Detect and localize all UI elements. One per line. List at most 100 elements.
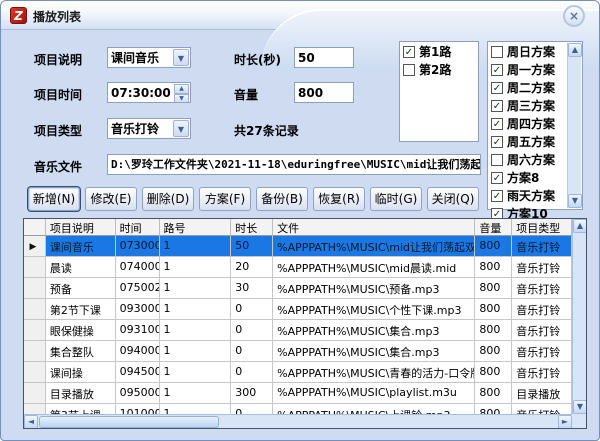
grid-cell[interactable]: %APPPATH%\MUSIC\mid晨读.mid (273, 257, 475, 278)
plan-item[interactable]: ✓周一方案 (488, 60, 567, 78)
item-time-spinner[interactable]: 07:30:00 ▲ ▼ (107, 82, 191, 103)
grid-cell[interactable]: 1 (160, 299, 232, 320)
spin-up-icon[interactable]: ▲ (174, 84, 189, 94)
checkbox-icon[interactable] (491, 46, 503, 58)
spin-down-icon[interactable]: ▼ (174, 94, 189, 103)
plan-button[interactable]: 方案(F) (199, 187, 251, 211)
grid-cell[interactable]: 音乐打铃 (512, 404, 572, 414)
grid-cell[interactable]: 1 (160, 341, 232, 362)
grid-cell[interactable]: 30 (231, 278, 273, 299)
grid-horizontal-scrollbar[interactable]: ◄ ► (24, 414, 572, 428)
grid-cell[interactable]: 音乐打铃 (512, 278, 572, 299)
grid-cell[interactable]: 094500 (116, 362, 160, 383)
scroll-down-icon[interactable]: ▼ (568, 194, 582, 208)
grid-cell[interactable]: 800 (475, 236, 512, 257)
grid-cell[interactable]: %APPPATH%\MUSIC\playlist.m3u (273, 383, 475, 404)
checkbox-icon[interactable] (491, 154, 503, 166)
grid-cell[interactable]: 095000 (116, 383, 160, 404)
plan-item[interactable]: ✓周三方案 (488, 96, 567, 114)
chevron-down-icon[interactable]: ▼ (173, 49, 189, 66)
grid-cell[interactable]: 800 (475, 404, 512, 414)
table-row[interactable]: 晨读074000120%APPPATH%\MUSIC\mid晨读.mid800音… (24, 257, 572, 278)
checkbox-icon[interactable]: ✓ (403, 46, 415, 58)
grid-cell[interactable]: 眼保健操 (46, 320, 116, 341)
grid-cell[interactable]: 音乐打铃 (512, 362, 572, 383)
grid-cell[interactable]: %APPPATH%\MUSIC\青春的活力-口令版.mp3 (273, 362, 475, 383)
row-selector-cell[interactable]: ▶ (24, 236, 46, 257)
grid-cell[interactable]: 1 (160, 320, 232, 341)
column-header[interactable]: 时长 (231, 219, 273, 236)
grid-cell[interactable]: 音乐打铃 (512, 320, 572, 341)
grid-cell[interactable]: 目录播放 (512, 383, 572, 404)
column-header[interactable]: 路号 (160, 219, 232, 236)
row-selector-cell[interactable] (24, 383, 46, 404)
grid-cell[interactable]: 800 (475, 299, 512, 320)
table-row[interactable]: 课间操09450010%APPPATH%\MUSIC\青春的活力-口令版.mp3… (24, 362, 572, 383)
grid-cell[interactable]: 1 (160, 236, 232, 257)
grid-cell[interactable]: 第3节上课 (46, 404, 116, 414)
row-selector-cell[interactable] (24, 320, 46, 341)
grid-cell[interactable]: 800 (475, 383, 512, 404)
checkbox-icon[interactable]: ✓ (491, 118, 503, 130)
table-row[interactable]: 集合整队09400010%APPPATH%\MUSIC\集合.mp3800音乐打… (24, 341, 572, 362)
grid-cell[interactable]: 课间操 (46, 362, 116, 383)
plan-checklist[interactable]: 周日方案✓周一方案✓周二方案✓周三方案✓周四方案✓周五方案周六方案✓方案8✓雨天… (487, 41, 583, 210)
column-header[interactable]: 音量 (475, 219, 512, 236)
window-close-icon[interactable]: × (563, 5, 585, 27)
grid-cell[interactable]: %APPPATH%\MUSIC\集合.mp3 (273, 320, 475, 341)
plan-item[interactable]: ✓周四方案 (488, 114, 567, 132)
grid-cell[interactable]: 1 (160, 257, 232, 278)
grid-cell[interactable]: 0 (231, 404, 273, 414)
grid-cell[interactable]: 094000 (116, 341, 160, 362)
checkbox-icon[interactable]: ✓ (491, 82, 503, 94)
plan-item[interactable]: ✓周二方案 (488, 78, 567, 96)
music-file-input[interactable]: D:\罗玲工作文件夹\2021-11-18\eduringfree\MUSIC\… (107, 154, 481, 175)
scroll-left-icon[interactable]: ◄ (24, 415, 38, 429)
row-selector-cell[interactable] (24, 341, 46, 362)
scroll-right-icon[interactable]: ► (558, 415, 572, 429)
grid-cell[interactable]: %APPPATH%\MUSIC\预备.mp3 (273, 278, 475, 299)
grid-cell[interactable]: 800 (475, 362, 512, 383)
checkbox-icon[interactable]: ✓ (491, 100, 503, 112)
column-header[interactable]: 项目说明 (46, 219, 116, 236)
row-selector-cell[interactable] (24, 278, 46, 299)
duration-input[interactable]: 50 (294, 47, 354, 68)
grid-cell[interactable]: %APPPATH%\MUSIC\集合.mp3 (273, 341, 475, 362)
row-selector-cell[interactable] (24, 299, 46, 320)
grid-cell[interactable]: 音乐打铃 (512, 236, 572, 257)
grid-cell[interactable]: 集合整队 (46, 341, 116, 362)
column-header[interactable]: 文件 (273, 219, 475, 236)
plan-list-scrollbar[interactable]: ▲ ▼ (567, 43, 581, 208)
plan-item[interactable]: ✓周五方案 (488, 132, 567, 150)
grid-cell[interactable]: 1 (160, 278, 232, 299)
grid-cell[interactable]: %APPPATH%\MUSIC\mid让我们荡起双桨.mid (273, 236, 475, 257)
grid-cell[interactable]: 093100 (116, 320, 160, 341)
volume-input[interactable]: 800 (294, 82, 354, 103)
plan-item[interactable]: 周六方案 (488, 150, 567, 168)
scroll-up-icon[interactable]: ▲ (568, 43, 582, 57)
grid-cell[interactable]: 0 (231, 341, 273, 362)
row-selector-cell[interactable] (24, 257, 46, 278)
grid-cell[interactable]: 音乐打铃 (512, 257, 572, 278)
grid-cell[interactable]: %APPPATH%\MUSIC\上课铃.mp3 (273, 404, 475, 414)
grid-cell[interactable]: 0 (231, 299, 273, 320)
grid-cell[interactable]: 音乐打铃 (512, 341, 572, 362)
checkbox-icon[interactable]: ✓ (491, 190, 503, 202)
grid-cell[interactable]: 1 (160, 362, 232, 383)
grid-cell[interactable]: 1 (160, 404, 232, 414)
checkbox-icon[interactable]: ✓ (491, 136, 503, 148)
row-selector-cell[interactable] (24, 404, 46, 414)
plan-item[interactable]: 周日方案 (488, 42, 567, 60)
grid-cell[interactable]: 50 (231, 236, 273, 257)
item-desc-combobox[interactable]: 课间音乐 ▼ (107, 47, 191, 68)
grid-cell[interactable]: 075002 (116, 278, 160, 299)
delete-button[interactable]: 删除(D) (142, 187, 194, 211)
plan-item[interactable]: ✓方案8 (488, 168, 567, 186)
grid-cell[interactable]: 800 (475, 278, 512, 299)
chevron-down-icon[interactable]: ▼ (173, 120, 189, 137)
checkbox-icon[interactable] (403, 64, 415, 76)
grid-cell[interactable]: 093000 (116, 299, 160, 320)
table-row[interactable]: 预备075002130%APPPATH%\MUSIC\预备.mp3800音乐打铃 (24, 278, 572, 299)
grid-cell[interactable]: 20 (231, 257, 273, 278)
grid-cell[interactable]: 073000 (116, 236, 160, 257)
